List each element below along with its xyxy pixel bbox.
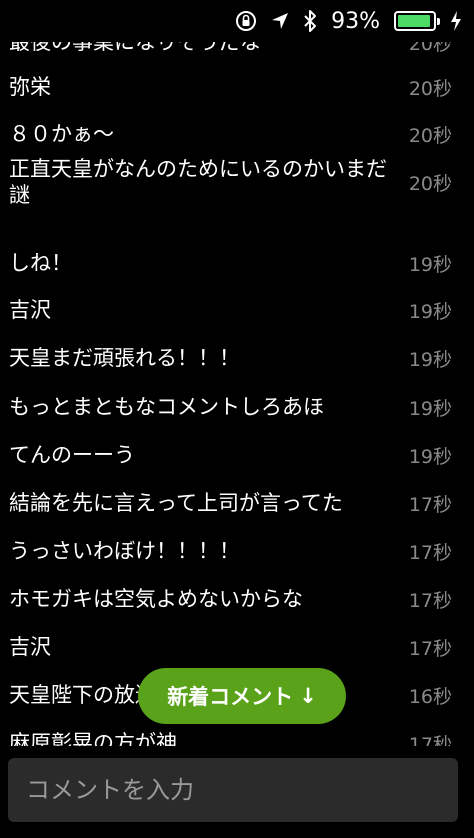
battery-icon bbox=[394, 11, 440, 31]
comment-time: 16秒 bbox=[408, 685, 452, 708]
comment-text: ホモガキは空気よめないからな bbox=[9, 587, 303, 611]
comment-row[interactable]: ホモガキは空気よめないからな 17秒 bbox=[0, 576, 474, 622]
comment-row[interactable]: てんのーーう 19秒 bbox=[0, 432, 474, 478]
comment-text: 天皇まだ頑張れる！！！ bbox=[9, 346, 240, 370]
comment-time: 17秒 bbox=[408, 589, 452, 612]
comment-text: 吉沢 bbox=[9, 298, 51, 322]
comment-text: てんのーーう bbox=[9, 443, 135, 467]
comment-time: 19秒 bbox=[408, 300, 452, 323]
bluetooth-icon bbox=[303, 9, 317, 33]
comment-text: ８０かぁ〜 bbox=[9, 122, 114, 146]
comment-time: 19秒 bbox=[408, 445, 452, 468]
comment-time: 19秒 bbox=[408, 253, 452, 276]
comment-time: 19秒 bbox=[408, 348, 452, 371]
comment-time: 17秒 bbox=[408, 493, 452, 516]
comment-time: 17秒 bbox=[408, 637, 452, 660]
status-bar: 93% bbox=[0, 0, 474, 42]
comment-text: 弥栄 bbox=[9, 75, 51, 99]
comment-text: 結論を先に言えって上司が言ってた bbox=[9, 491, 343, 515]
comment-time: 17秒 bbox=[408, 733, 452, 747]
orientation-lock-icon bbox=[235, 10, 257, 32]
comment-text: 吉沢 bbox=[9, 635, 51, 659]
comment-time: 19秒 bbox=[408, 397, 452, 420]
comment-text: うっさいわぼけ！！！！ bbox=[9, 539, 240, 563]
location-arrow-icon bbox=[271, 12, 289, 30]
new-comment-button[interactable]: 新着コメント ↓ bbox=[138, 668, 346, 724]
comment-text: しね！ bbox=[9, 251, 72, 275]
input-bar bbox=[0, 746, 474, 838]
comment-time: 20秒 bbox=[408, 124, 452, 147]
comment-input[interactable] bbox=[8, 758, 458, 822]
comment-row[interactable]: 天皇まだ頑張れる！！！ 19秒 bbox=[0, 335, 474, 381]
new-comment-label: 新着コメント bbox=[167, 685, 294, 709]
comment-row[interactable]: 正直天皇がなんのためにいるのかいまだ謎 20秒 bbox=[0, 147, 474, 217]
comment-list[interactable]: 最後の事業になりそうだな 20秒 弥栄 20秒 ８０かぁ〜 20秒 正直天皇がなんのためにい… bbox=[0, 24, 474, 746]
comment-row[interactable]: うっさいわぼけ！！！！ 17秒 bbox=[0, 528, 474, 574]
comment-text: もっとまともなコメントしろあほ bbox=[9, 395, 324, 419]
comment-row[interactable]: しね！ 19秒 bbox=[0, 240, 474, 286]
comment-time: 20秒 bbox=[408, 172, 452, 195]
comment-row[interactable]: もっとまともなコメントしろあほ 19秒 bbox=[0, 384, 474, 430]
comment-text: 麻原彰晃の方が神 bbox=[9, 731, 177, 746]
charging-bolt-icon bbox=[450, 11, 462, 31]
comment-row[interactable]: 弥栄 20秒 bbox=[0, 64, 474, 110]
comment-row[interactable]: 吉沢 17秒 bbox=[0, 624, 474, 670]
comment-text: 正直天皇がなんのためにいるのかいまだ謎 bbox=[9, 157, 387, 207]
comment-row[interactable]: 吉沢 19秒 bbox=[0, 287, 474, 333]
comment-time: 17秒 bbox=[408, 541, 452, 564]
battery-percent: 93% bbox=[331, 8, 380, 34]
arrow-down-icon: ↓ bbox=[299, 684, 317, 708]
comment-row[interactable]: 結論を先に言えって上司が言ってた 17秒 bbox=[0, 480, 474, 526]
comment-time: 20秒 bbox=[408, 77, 452, 100]
